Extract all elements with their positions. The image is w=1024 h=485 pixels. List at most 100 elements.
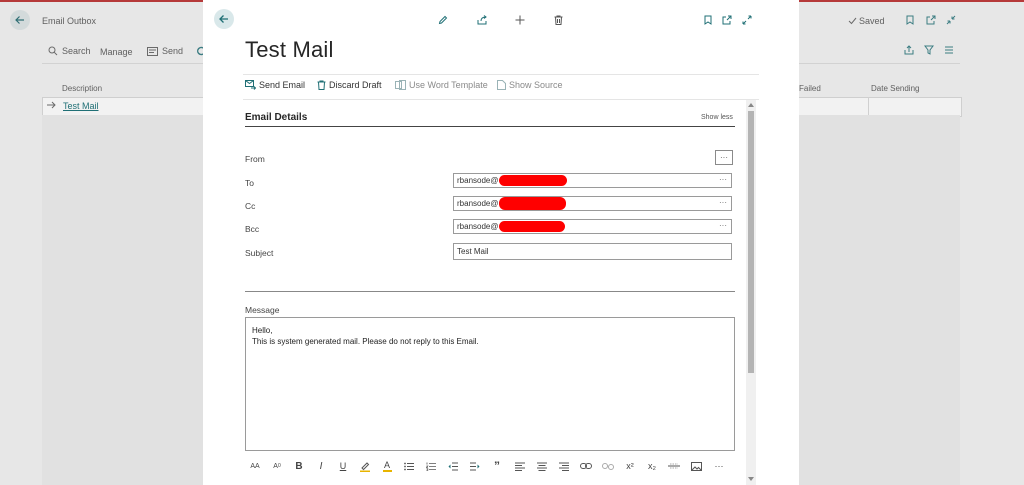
bookmark-button[interactable] [702,14,714,26]
unlink-icon [602,462,614,470]
send-icon [147,46,158,56]
email-details-heading: Email Details [245,112,308,123]
new-button[interactable] [514,14,526,26]
search-icon [48,46,58,56]
italic-button[interactable]: I [315,460,327,472]
bg-back-button[interactable] [10,10,30,30]
from-lookup-button[interactable]: ··· [715,150,733,165]
open-new-window-button[interactable] [721,14,733,26]
delete-button[interactable] [552,14,564,26]
scrollbar-thumb[interactable] [748,111,754,373]
row-indicator-arrow-icon [47,101,56,109]
bg-search-button[interactable]: Search [48,46,91,56]
font-color-button[interactable]: A [381,460,393,472]
scroll-up-icon[interactable] [747,101,755,109]
bcc-field[interactable]: rbansode@ ··· [453,219,732,234]
bg-collapse-icon[interactable] [946,15,956,25]
quote-button[interactable]: ” [491,459,503,473]
bg-send-label: Send [162,46,184,56]
bg-filter-icon[interactable] [924,45,934,55]
image-icon [690,461,702,471]
send-email-label: Send Email [259,80,306,90]
insert-image-button[interactable] [690,460,702,472]
back-button[interactable] [214,9,234,29]
link-icon [580,463,592,469]
bg-open-new-window-icon[interactable] [926,15,936,25]
to-more-icon[interactable]: ··· [719,175,727,184]
superscript-a-button[interactable]: A0 [271,460,283,472]
redaction-mark [499,221,566,232]
document-icon [497,80,506,90]
discard-draft-button[interactable]: Discard Draft [317,80,382,90]
to-value: rbansode@ [457,176,499,185]
more-options-button[interactable]: ··· [712,460,726,472]
bg-send-button[interactable]: Send [147,46,183,56]
bullet-list-icon [404,462,414,470]
discard-icon [317,80,326,90]
bg-row-description-link[interactable]: Test Mail [63,101,99,111]
show-less-link[interactable]: Show less [701,114,733,121]
section-divider [245,126,735,127]
bg-table-right-cells [798,97,961,115]
numbered-list-icon [426,462,436,471]
use-word-template-label: Use Word Template [409,80,488,90]
decrease-indent-button[interactable] [447,460,459,472]
bg-search-label: Search [62,46,91,56]
insert-link-button[interactable] [580,460,592,472]
bold-button[interactable]: B [293,460,305,472]
subscript-button[interactable]: x₂ [646,460,658,472]
email-dialog: Test Mail Send Email Discard Draft Use W… [203,0,799,485]
remove-link-button[interactable] [602,460,614,472]
to-field[interactable]: rbansode@ ··· [453,173,732,188]
bg-page-title: Email Outbox [42,16,97,26]
to-label: To [245,178,254,188]
pencil-icon [438,15,448,25]
subject-field[interactable]: Test Mail [453,243,732,260]
trash-icon [554,15,562,25]
check-icon [848,17,857,25]
share-icon [477,15,487,25]
page-title: Test Mail [245,37,334,62]
show-source-button[interactable]: Show Source [497,80,563,90]
align-right-button[interactable] [558,460,570,472]
edit-button[interactable] [437,14,449,26]
superscript-button[interactable]: x² [624,460,636,472]
send-email-icon [245,80,256,90]
align-left-button[interactable] [514,460,526,472]
bcc-label: Bcc [245,224,260,234]
cc-field[interactable]: rbansode@ ··· [453,196,732,211]
message-line-2: This is system generated mail. Please do… [252,337,479,346]
bg-list-view-icon[interactable] [944,45,954,55]
outdent-icon [448,462,458,470]
increase-indent-button[interactable] [469,460,481,472]
highlight-button[interactable] [359,460,371,472]
show-source-label: Show Source [509,80,563,90]
message-divider [245,291,735,292]
highlighter-icon [360,461,370,472]
strikethrough-icon [668,463,680,469]
strikethrough-button[interactable] [668,460,680,472]
redaction-mark [499,175,568,186]
open-new-window-icon [722,15,732,25]
bullet-list-button[interactable] [403,460,415,472]
bg-manage-button[interactable]: Manage [100,47,133,57]
cc-more-icon[interactable]: ··· [719,198,727,207]
align-center-button[interactable] [536,460,548,472]
expand-button[interactable] [741,14,753,26]
plus-icon [515,15,525,25]
word-template-icon [395,80,406,90]
font-size-button[interactable]: AA [249,460,261,472]
subject-label: Subject [245,248,274,258]
numbered-list-button[interactable] [425,460,437,472]
scroll-down-icon[interactable] [747,475,755,483]
message-body-editor[interactable]: Hello, This is system generated mail. Pl… [245,317,735,451]
share-button[interactable] [476,14,488,26]
bcc-more-icon[interactable]: ··· [719,221,727,230]
bookmark-icon [704,15,712,25]
send-email-button[interactable]: Send Email [245,80,305,90]
underline-button[interactable]: U [337,460,349,472]
bg-share-icon[interactable] [904,45,914,55]
bg-bookmark-icon[interactable] [906,15,914,25]
message-label: Message [245,305,280,315]
use-word-template-button[interactable]: Use Word Template [395,80,488,90]
